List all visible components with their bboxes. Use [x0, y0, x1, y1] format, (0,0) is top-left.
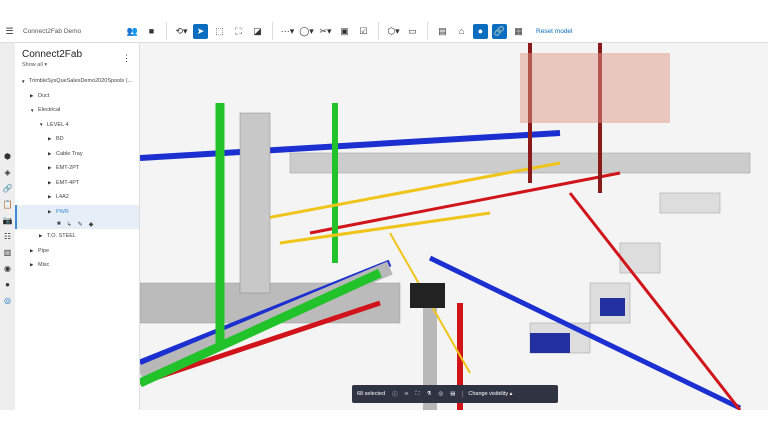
calculator-icon[interactable]: ▦: [511, 24, 526, 39]
clipboard-icon[interactable]: 📋: [0, 196, 15, 212]
tree: ▼ TrimbleSysQueSalesDemo2020Spools (... ▶ D…: [15, 74, 139, 273]
alert-icon[interactable]: ●: [0, 276, 15, 292]
route-icon[interactable]: ↳: [67, 221, 72, 228]
tree-item-label: TrimbleSysQueSalesDemo2020Spools (...: [29, 78, 133, 85]
change-visibility-dropdown[interactable]: Change visibility ▴: [462, 391, 512, 397]
connect2fab-icon[interactable]: ◎: [0, 292, 15, 308]
layers-icon[interactable]: ▤: [435, 24, 450, 39]
selected-count: 68 selected: [357, 391, 386, 397]
caret-down-icon[interactable]: ▼: [39, 122, 47, 127]
folder-icon[interactable]: ■: [144, 24, 159, 39]
caret-right-icon[interactable]: ▶: [48, 165, 56, 171]
link-icon[interactable]: 🔗: [492, 23, 507, 39]
model-render: [140, 43, 751, 410]
tree-item-label: Pipe: [38, 247, 50, 254]
tree-item-label: Electrical: [38, 107, 61, 114]
status-icon[interactable]: ◉: [0, 260, 15, 276]
edit-icon[interactable]: ✎: [78, 221, 83, 228]
project-title: Connect2Fab Demo: [23, 27, 82, 35]
caret-right-icon[interactable]: ▶: [48, 151, 56, 157]
cube-icon[interactable]: ⬡▾: [386, 24, 401, 39]
camera-icon[interactable]: 📷: [0, 212, 15, 228]
menu-icon[interactable]: ☰: [2, 24, 17, 39]
item-actions: ■ ↳ ✎ ◆: [15, 219, 139, 229]
tree-item-label: T.O. STEEL: [47, 233, 77, 240]
isolate-icon[interactable]: ⚗: [426, 391, 431, 397]
tree-item-label: EMT-4PT: [56, 179, 80, 186]
reset-model-link[interactable]: Reset model: [536, 28, 573, 35]
model-icon[interactable]: ⬢: [0, 148, 15, 164]
properties-icon[interactable]: ▤: [450, 391, 455, 397]
info-icon[interactable]: ●: [473, 23, 488, 39]
tree-item-label: EMT-2PT: [56, 165, 80, 172]
tree-item[interactable]: ▶ L4A2: [15, 190, 139, 205]
markup-icon[interactable]: ◯▾: [299, 24, 314, 39]
tree-item-label: Cable Tray: [56, 150, 83, 157]
measure-icon[interactable]: ⋯▾: [280, 24, 295, 39]
tree-item[interactable]: ▶ BD: [15, 132, 139, 147]
tree-item-label: BD: [56, 136, 64, 143]
info-icon[interactable]: ⓘ: [392, 390, 398, 398]
select-cursor-icon[interactable]: ➤: [193, 23, 208, 39]
caret-right-icon[interactable]: ▶: [39, 233, 47, 239]
selection-toolbar: 68 selected ⓘ ∞ ⛶ ⚗ ◎ ▤ Change visibilit…: [352, 385, 558, 403]
caret-right-icon[interactable]: ▶: [48, 180, 56, 186]
tree-item[interactable]: ▼ TrimbleSysQueSalesDemo2020Spools (...: [15, 74, 139, 89]
tree-item[interactable]: ▶ Duct: [15, 89, 139, 104]
caret-down-icon[interactable]: ▼: [30, 108, 38, 113]
caret-right-icon[interactable]: ▶: [48, 136, 56, 142]
tree-item[interactable]: ▶ Pipe: [15, 244, 139, 259]
box-select-icon[interactable]: ⬚: [212, 24, 227, 39]
caret-down-icon[interactable]: ▼: [21, 79, 29, 84]
toolbar: ☰ Connect2Fab Demo 👥 ■ ⟲▾ ➤ ⬚ ⛶ ◪ ⋯▾ ◯▾ …: [0, 20, 768, 43]
list-icon[interactable]: ☷: [0, 228, 15, 244]
tree-item-label: L4A2: [56, 194, 69, 201]
fit-selection-icon[interactable]: ⛶: [416, 391, 420, 398]
tree-item[interactable]: ▶ EMT-4PT: [15, 176, 139, 191]
tree-item-label: LEVEL 4: [47, 121, 69, 128]
hide-icon[interactable]: ◎: [438, 391, 443, 397]
tree-item[interactable]: ▼ LEVEL 4: [15, 118, 139, 133]
model-tree-panel: Connect2Fab Show all ▾ ⋮ ▼ TrimbleSysQueS…: [15, 43, 140, 410]
layers-icon[interactable]: ◈: [0, 164, 15, 180]
lock-icon[interactable]: ⌂: [454, 24, 469, 39]
caret-right-icon[interactable]: ▶: [30, 93, 38, 99]
tree-item[interactable]: ▶ PWR: [15, 204, 139, 219]
clip-icon[interactable]: ✂▾: [318, 24, 333, 39]
side-rail: ⬢ ◈ 🔗 📋 📷 ☷ ▥ ◉ ● ◎: [0, 43, 15, 410]
tree-item-label: PWR: [56, 208, 69, 215]
caret-right-icon[interactable]: ▶: [48, 209, 56, 215]
snapshot-icon[interactable]: ▣: [337, 24, 352, 39]
tree-item[interactable]: ▶ Cable Tray: [15, 147, 139, 162]
users-icon[interactable]: 👥: [125, 24, 140, 39]
tag-icon[interactable]: ◆: [89, 221, 94, 228]
tree-item[interactable]: ▶ T.O. STEEL: [15, 229, 139, 244]
table-icon[interactable]: ▥: [0, 244, 15, 260]
caret-right-icon[interactable]: ▶: [30, 262, 38, 268]
tree-item[interactable]: ▼ Electrical: [15, 103, 139, 118]
tree-item-label: Duct: [38, 92, 50, 99]
link-icon[interactable]: 🔗: [0, 180, 15, 196]
3d-viewport[interactable]: [140, 43, 768, 410]
tree-item-label: Misc: [38, 262, 50, 269]
checklist-icon[interactable]: ☑: [356, 24, 371, 39]
caret-right-icon[interactable]: ▶: [48, 194, 56, 200]
orbit-icon[interactable]: ⟲▾: [174, 24, 189, 39]
tree-item[interactable]: ▶ Misc: [15, 258, 139, 273]
more-options-icon[interactable]: ⋮: [122, 53, 131, 64]
tree-item[interactable]: ▶ EMT-2PT: [15, 161, 139, 176]
caret-right-icon[interactable]: ▶: [30, 248, 38, 254]
fit-icon[interactable]: ⛶: [231, 24, 246, 39]
glasses-icon[interactable]: ∞: [405, 391, 409, 397]
comment-icon[interactable]: ▭: [405, 24, 420, 39]
stop-icon[interactable]: ■: [57, 221, 61, 227]
section-icon[interactable]: ◪: [250, 24, 265, 39]
